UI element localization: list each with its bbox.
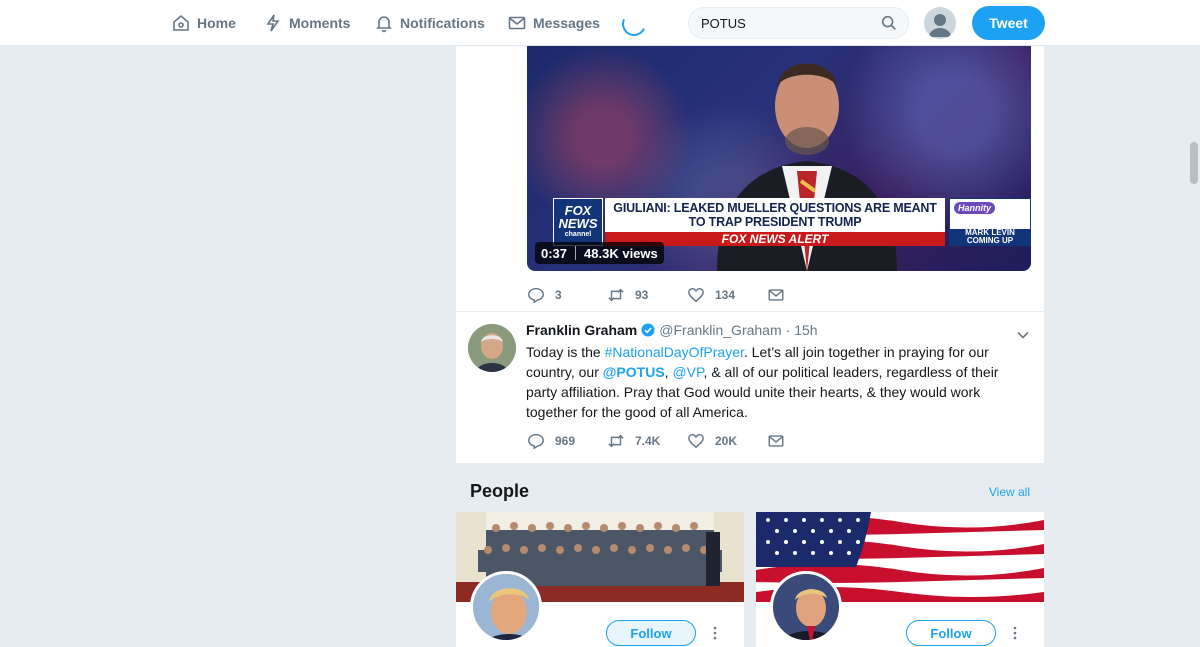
- retweet-button[interactable]: 93: [607, 286, 687, 304]
- reply-button[interactable]: 969: [527, 432, 607, 450]
- video-views: 48.3K views: [584, 245, 658, 261]
- show-promo: Hannity MARK LEVIN COMING UP: [949, 198, 1031, 246]
- loading-spinner: [618, 8, 650, 40]
- more-options-icon[interactable]: [712, 626, 718, 640]
- profile-photo: [473, 574, 539, 640]
- author-name[interactable]: Franklin Graham: [526, 322, 637, 338]
- tweet-timestamp[interactable]: · 15h: [786, 322, 818, 338]
- search-box[interactable]: [688, 7, 909, 39]
- nav-messages[interactable]: Messages: [507, 0, 600, 46]
- tweet-text: Today is the #NationalDayOfPrayer. Let’s…: [526, 342, 1016, 422]
- mention-link[interactable]: @VP: [672, 364, 703, 380]
- promo-label: MARK LEVIN COMING UP: [950, 229, 1030, 245]
- envelope-icon: [768, 289, 784, 301]
- like-button[interactable]: 134: [687, 286, 767, 304]
- profile-avatar[interactable]: [770, 571, 842, 643]
- logo-line-2: NEWS: [558, 216, 598, 231]
- retweet-icon: [608, 288, 624, 302]
- tweet[interactable]: FOX NEWS channel GIULIANI: LEAKED MUELLE…: [456, 46, 1044, 312]
- tweet-actions: 3 93 134: [527, 286, 847, 304]
- reply-icon: [528, 433, 544, 450]
- author-handle[interactable]: @Franklin_Graham: [659, 322, 781, 338]
- news-headline: GIULIANI: LEAKED MUELLER QUESTIONS ARE M…: [605, 198, 945, 232]
- search-icon[interactable]: [880, 14, 898, 32]
- meta-divider: [575, 246, 577, 260]
- text-part: Today is the: [526, 344, 605, 360]
- user-avatar[interactable]: [924, 7, 956, 39]
- video-meta: 0:37 48.3K views: [535, 242, 664, 264]
- nav-home[interactable]: Home: [171, 0, 236, 46]
- people-card[interactable]: Follow: [456, 512, 744, 647]
- people-section: People View all Follow Follow: [456, 463, 1044, 647]
- follow-button[interactable]: Follow: [906, 620, 996, 646]
- video-duration: 0:37: [541, 245, 568, 261]
- view-all-link[interactable]: View all: [989, 485, 1030, 499]
- direct-message-button[interactable]: [767, 286, 847, 304]
- tweet-actions: 969 7.4K 20K: [527, 432, 847, 450]
- heart-icon: [688, 287, 704, 303]
- retweet-count: 7.4K: [635, 434, 661, 448]
- default-avatar-icon: [929, 14, 951, 37]
- retweet-button[interactable]: 7.4K: [607, 432, 687, 450]
- reply-count: 3: [555, 288, 562, 302]
- tweet-header: Franklin Graham @Franklin_Graham · 15h: [526, 322, 818, 338]
- home-icon: [173, 14, 189, 31]
- direct-message-button[interactable]: [767, 432, 847, 450]
- search-input[interactable]: [701, 15, 880, 31]
- like-button[interactable]: 20K: [687, 432, 767, 450]
- logo-line-3: channel: [564, 231, 592, 238]
- people-title: People: [470, 481, 530, 501]
- lightning-icon: [266, 14, 280, 32]
- video-player[interactable]: FOX NEWS channel GIULIANI: LEAKED MUELLE…: [527, 46, 1031, 271]
- nav-notifications-label: Notifications: [400, 15, 485, 31]
- follow-button[interactable]: Follow: [606, 620, 696, 646]
- author-photo: [468, 324, 516, 372]
- fox-news-logo: FOX NEWS channel: [553, 198, 603, 246]
- reply-button[interactable]: 3: [527, 286, 607, 304]
- chevron-down-icon[interactable]: [1016, 328, 1030, 342]
- nav-home-label: Home: [197, 15, 236, 31]
- heart-icon: [688, 433, 704, 449]
- more-options-icon[interactable]: [1012, 626, 1018, 640]
- author-avatar[interactable]: [468, 324, 516, 372]
- profile-photo: [773, 574, 839, 640]
- like-count: 20K: [715, 434, 738, 448]
- hashtag-link[interactable]: #NationalDayOfPrayer: [605, 344, 744, 360]
- bell-icon: [376, 16, 392, 33]
- retweet-icon: [608, 434, 624, 448]
- reply-icon: [528, 287, 544, 304]
- profile-avatar[interactable]: [470, 571, 542, 643]
- verified-badge-icon: [641, 323, 655, 337]
- top-nav-bar: Home Moments Notifications Messages Twee…: [0, 0, 1200, 46]
- people-card[interactable]: Follow: [756, 512, 1044, 647]
- envelope-icon: [508, 16, 526, 30]
- nav-messages-label: Messages: [533, 15, 600, 31]
- envelope-icon: [768, 435, 784, 447]
- nav-moments[interactable]: Moments: [263, 0, 350, 46]
- mention-link[interactable]: @POTUS: [603, 364, 665, 380]
- promo-show-name: Hannity: [954, 202, 996, 214]
- reply-count: 969: [555, 434, 576, 448]
- timeline: FOX NEWS channel GIULIANI: LEAKED MUELLE…: [456, 46, 1044, 463]
- tweet-button[interactable]: Tweet: [972, 6, 1045, 40]
- retweet-count: 93: [635, 288, 649, 302]
- news-lower-third: FOX NEWS channel GIULIANI: LEAKED MUELLE…: [553, 198, 1031, 246]
- nav-notifications[interactable]: Notifications: [374, 0, 485, 46]
- nav-moments-label: Moments: [289, 15, 351, 31]
- tweet[interactable]: Franklin Graham @Franklin_Graham · 15h T…: [456, 312, 1044, 463]
- like-count: 134: [715, 288, 736, 302]
- page-scrollbar[interactable]: [1190, 142, 1198, 184]
